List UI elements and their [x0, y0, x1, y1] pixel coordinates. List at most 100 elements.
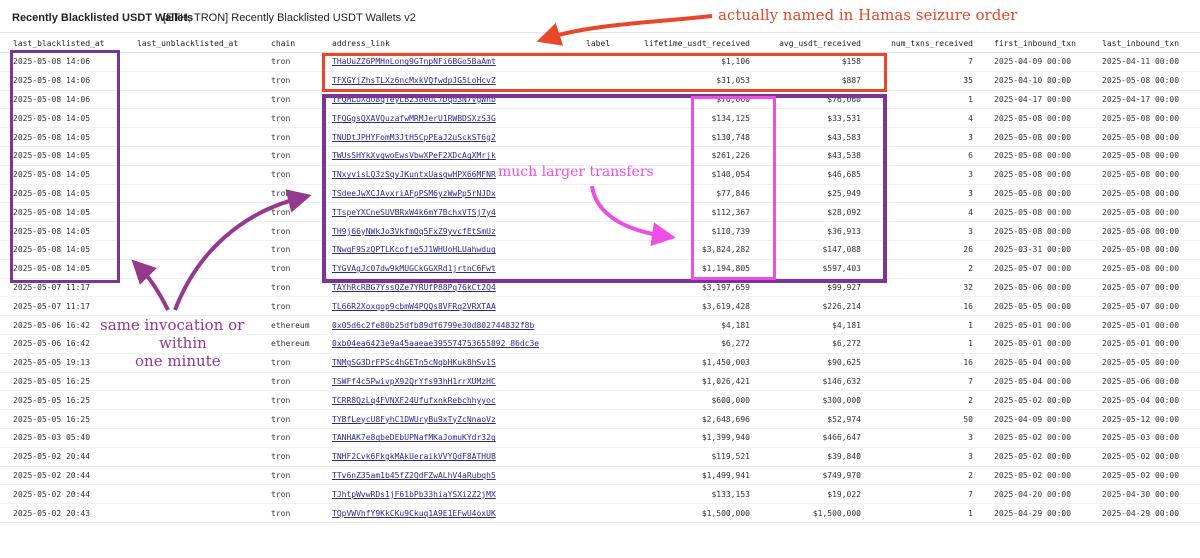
column-header-num-txns-received[interactable]: num_txns_received [869, 34, 981, 53]
cell-num-txns-received: 7 [869, 484, 981, 505]
column-header-last-blacklisted-at[interactable]: last_blacklisted_at [0, 34, 124, 53]
cell-first-inbound-txn: 2025-04-17 00:00 [981, 90, 1089, 110]
cell-label [573, 146, 629, 166]
cell-address-link[interactable]: TQpVWVhfY9KkCKu9Ckuq1A9E1EFwU4oxUK [319, 503, 573, 523]
column-header-first-inbound-txn[interactable]: first_inbound_txn [981, 34, 1089, 53]
cell-address-link[interactable]: TAYhRcRBG7YssQZe7YRUfP88Pq76kCt2Q4 [319, 278, 573, 298]
cell-address-link[interactable]: TSWFf4c5PwivpX92QrYfs93hH1rrXUMzHC [319, 372, 573, 392]
cell-address-link[interactable]: 0xb04ea6423e9a45aaeae395574753655892 86d… [319, 334, 573, 354]
cell-address-link[interactable]: TH9j66yNWkJo3VkfmQq5FxZ9yvcfEtSmUz [319, 221, 573, 241]
cell-chain: tron [258, 108, 319, 129]
table-row: 2025-05-02 20:44 tron TTv6nZ35am1b45fZ2QdF… [0, 466, 1200, 486]
cell-last-inbound-txn: 2025-05-01 00:00 [1089, 334, 1200, 354]
cell-address-link[interactable]: TFXGYjZhsTLXz6ncMxkVQfwdpJG5LoHcvZ [319, 71, 573, 91]
cell-address-link[interactable]: TSdeeJwXCJAvxriAFpPSM6yzWwPp5rNJDx [319, 184, 573, 204]
cell-address-link[interactable]: TL66R2Xoxqop9cbmW4PQQs8VFRq2VRXTAA [319, 296, 573, 317]
cell-label [573, 466, 629, 486]
cell-address-link[interactable]: TYGVAgJc07dw9kMUGCkGGXRd1jrtnC6Fwt [319, 259, 573, 279]
cell-lifetime-usdt-received: $134,125 [629, 108, 758, 129]
column-header-address-link[interactable]: address_link [319, 34, 573, 53]
cell-address-link[interactable]: TFQGgsQXAVQuzafwMRMJerU1RWBDSXzS3G [319, 108, 573, 129]
cell-lifetime-usdt-received: $1,106 [629, 52, 758, 72]
invocation-note-line-2: within [159, 334, 207, 352]
table-row: 2025-05-02 20:44 tron TJhtpWvwRDs1jF61bPb3… [0, 484, 1200, 505]
cell-avg-usdt-received: $300,000 [758, 390, 869, 411]
cell-last-unblacklisted-at [124, 127, 258, 147]
cell-lifetime-usdt-received: $1,194,805 [629, 259, 758, 279]
cell-label [573, 296, 629, 317]
cell-last-blacklisted-at: 2025-05-08 14:05 [0, 165, 124, 185]
cell-address-link[interactable]: TNMgSG3DrFPSc4hGETn5cNqbHKuk8hSv1S [319, 353, 573, 373]
cell-avg-usdt-received: $887 [758, 71, 869, 91]
cell-first-inbound-txn: 2025-04-10 00:00 [981, 71, 1089, 91]
cell-num-txns-received: 1 [869, 315, 981, 335]
cell-last-blacklisted-at: 2025-05-02 20:44 [0, 484, 124, 505]
cell-address-link[interactable]: TNwqF9SzQPTLKcofje5J1WHUoHLUahwdug [319, 240, 573, 260]
cell-address-link[interactable]: TYBfLeycU8FyhC1DWUryBu9xTyZcNnaoVz [319, 409, 573, 429]
cell-label [573, 484, 629, 505]
cell-lifetime-usdt-received: $77,846 [629, 184, 758, 204]
cell-address-link[interactable]: TNHF2Cvk6FkgkMAkUeraikVVYQdF8ATHUB [319, 447, 573, 467]
cell-chain: tron [258, 372, 319, 392]
cell-last-unblacklisted-at [124, 221, 258, 241]
cell-last-blacklisted-at: 2025-05-08 14:05 [0, 108, 124, 129]
cell-last-blacklisted-at: 2025-05-08 14:05 [0, 240, 124, 260]
cell-num-txns-received: 3 [869, 447, 981, 467]
cell-last-blacklisted-at: 2025-05-08 14:05 [0, 221, 124, 241]
cell-last-inbound-txn: 2025-05-08 00:00 [1089, 259, 1200, 279]
cell-first-inbound-txn: 2025-05-01 00:00 [981, 334, 1089, 354]
cell-address-link[interactable]: THaUuZZ6PMHnLong9GTnpNFi6BGo5BaAmt [319, 52, 573, 72]
column-header-last-inbound-txn[interactable]: last_inbound_txn [1089, 34, 1200, 53]
column-header-chain[interactable]: chain [258, 34, 319, 53]
cell-label [573, 372, 629, 392]
cell-first-inbound-txn: 2025-05-08 00:00 [981, 202, 1089, 223]
cell-chain: tron [258, 52, 319, 72]
cell-avg-usdt-received: $6,272 [758, 334, 869, 354]
cell-address-link[interactable]: TWUsSHYkXvgwoEwsVbwXPeF2XDcAqXMrjk [319, 146, 573, 166]
table-row: 2025-05-03 05:40 tron TANHAK7e8qbeDEbUPNaf… [0, 428, 1200, 448]
cell-address-link[interactable]: 0x05d6c2fe80b25dfb89df6799e30d802744832f… [319, 315, 573, 335]
cell-last-inbound-txn: 2025-05-04 00:00 [1089, 390, 1200, 411]
cell-last-blacklisted-at: 2025-05-05 19:13 [0, 353, 124, 373]
cell-last-blacklisted-at: 2025-05-02 20:44 [0, 447, 124, 467]
cell-address-link[interactable]: TNUDtJPHYFomM3JtH5CpPEaJ2uSckST6g2 [319, 127, 573, 147]
cell-last-unblacklisted-at [124, 90, 258, 110]
column-header-last-unblacklisted-at[interactable]: last_unblacklisted_at [124, 34, 258, 53]
cell-last-blacklisted-at: 2025-05-03 05:40 [0, 428, 124, 448]
cell-label [573, 259, 629, 279]
cell-lifetime-usdt-received: $2,648,696 [629, 409, 758, 429]
cell-label [573, 221, 629, 241]
cell-last-inbound-txn: 2025-05-02 00:00 [1089, 447, 1200, 467]
table-row: 2025-05-08 14:05 tron TNwqF9SzQPTLKcofje5J… [0, 240, 1200, 260]
column-header-lifetime-usdt-received[interactable]: lifetime_usdt_received [629, 34, 758, 53]
cell-first-inbound-txn: 2025-05-07 00:00 [981, 259, 1089, 279]
cell-last-inbound-txn: 2025-05-03 00:00 [1089, 428, 1200, 448]
transfers-note: much larger transfers [498, 164, 654, 180]
cell-label [573, 240, 629, 260]
cell-label [573, 390, 629, 411]
cell-address-link[interactable]: TTv6nZ35am1b45fZ2QdFZwALhV4aRubqh5 [319, 466, 573, 486]
table-row: 2025-05-08 14:06 tron THaUuZZ6PMHnLong9GTn… [0, 52, 1200, 72]
cell-address-link[interactable]: TANHAK7e8qbeDEbUPNafMKaJomuKYdr32g [319, 428, 573, 448]
column-header-label[interactable]: label [573, 34, 629, 53]
cell-last-inbound-txn: 2025-05-07 00:00 [1089, 278, 1200, 298]
cell-avg-usdt-received: $226,214 [758, 296, 869, 317]
cell-lifetime-usdt-received: $6,272 [629, 334, 758, 354]
cell-first-inbound-txn: 2025-05-08 00:00 [981, 146, 1089, 166]
cell-last-inbound-txn: 2025-05-08 00:00 [1089, 108, 1200, 129]
cell-num-txns-received: 2 [869, 390, 981, 411]
cell-num-txns-received: 4 [869, 202, 981, 223]
cell-address-link[interactable]: TCRR8QzLq4FVNXF24UfufxnkRebchhyyoc [319, 390, 573, 411]
cell-chain: tron [258, 409, 319, 429]
cell-address-link[interactable]: TJhtpWvwRDs1jF61bPb33hiaYSXi2Z2jMX [319, 484, 573, 505]
cell-last-unblacklisted-at [124, 296, 258, 317]
cell-last-blacklisted-at: 2025-05-08 14:06 [0, 71, 124, 91]
cell-lifetime-usdt-received: $130,748 [629, 127, 758, 147]
column-header-avg-usdt-received[interactable]: avg_usdt_received [758, 34, 869, 53]
cell-last-blacklisted-at: 2025-05-08 14:05 [0, 184, 124, 204]
cell-label [573, 278, 629, 298]
cell-address-link[interactable]: TFQMLUXdo8qfeyLB238euC7Dqd3N7VgWnb [319, 90, 573, 110]
cell-address-link[interactable]: TTspeYXCneSUVBRxW4k6mY7BchxVTSj7y4 [319, 202, 573, 223]
cell-avg-usdt-received: $36,913 [758, 221, 869, 241]
cell-avg-usdt-received: $4,181 [758, 315, 869, 335]
